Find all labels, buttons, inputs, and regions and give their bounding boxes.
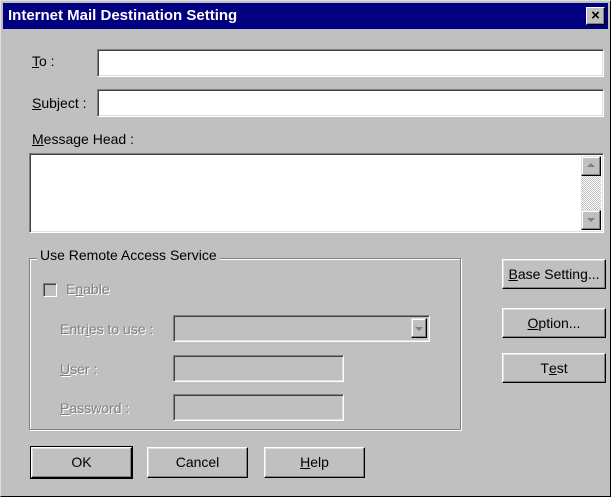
remote-access-group-title: Use Remote Access Service [37, 247, 220, 263]
to-input[interactable] [101, 52, 600, 74]
subject-label: Subject : [32, 95, 87, 111]
message-head-textarea[interactable] [29, 153, 604, 233]
arrow-up-icon[interactable] [581, 156, 601, 176]
title-bar[interactable]: Internet Mail Destination Setting × [3, 3, 608, 29]
base-setting-button[interactable]: Base Setting... [502, 259, 606, 289]
message-head-label: Message Head : [32, 131, 134, 147]
window-title: Internet Mail Destination Setting [8, 7, 238, 24]
test-button[interactable]: Test [502, 353, 606, 383]
option-button[interactable]: Option... [502, 308, 606, 338]
arrow-down-icon[interactable] [581, 210, 601, 230]
ok-button[interactable]: OK [30, 446, 133, 479]
enable-checkbox[interactable] [43, 283, 57, 297]
password-label: Password : [60, 400, 130, 416]
cancel-button[interactable]: Cancel [147, 447, 248, 478]
user-field[interactable] [173, 355, 344, 382]
password-field[interactable] [173, 394, 344, 421]
vertical-scrollbar[interactable] [581, 156, 601, 230]
user-label: User : [60, 361, 98, 377]
to-field-frame [97, 49, 604, 77]
subject-input[interactable] [101, 92, 600, 114]
close-icon[interactable]: × [586, 7, 605, 25]
enable-label: Enable [66, 281, 110, 297]
to-label: To : [32, 53, 55, 69]
dialog-window: Internet Mail Destination Setting × To :… [0, 0, 611, 497]
chevron-down-icon[interactable] [411, 318, 427, 338]
entries-label: Entries to use : [60, 321, 154, 337]
subject-field-frame [97, 89, 604, 117]
help-button[interactable]: Help [264, 447, 365, 478]
entries-combobox[interactable] [173, 315, 430, 342]
